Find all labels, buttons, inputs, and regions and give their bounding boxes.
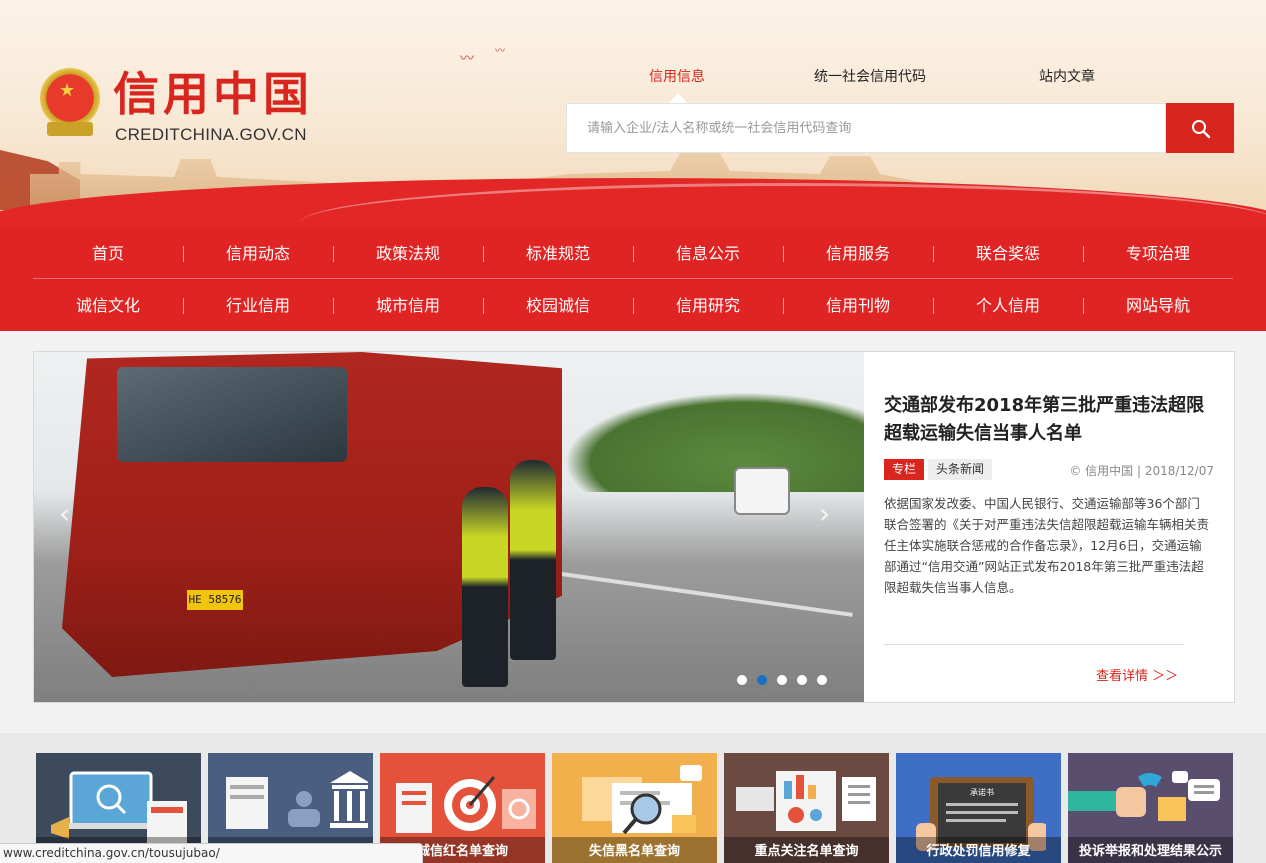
nav-item-joint-rewards[interactable]: 联合奖惩 xyxy=(933,228,1083,279)
nav-item-special-governance[interactable]: 专项治理 xyxy=(1083,228,1233,279)
search-box xyxy=(566,103,1166,153)
main-navigation: 首页 信用动态 政策法规 标准规范 信息公示 信用服务 联合奖惩 专项治理 诚信… xyxy=(0,228,1266,331)
nav-item-integrity-culture[interactable]: 诚信文化 xyxy=(33,280,183,331)
carousel-dot[interactable] xyxy=(737,675,747,685)
service-tile-label: 行政处罚信用修复 xyxy=(896,837,1061,863)
carousel-dots xyxy=(737,675,827,685)
nav-item-policies[interactable]: 政策法规 xyxy=(333,228,483,279)
news-summary: 依据国家发改委、中国人民银行、交通运输部等36个部门联合签署的《关于对严重违法失… xyxy=(884,496,1210,595)
service-tile-key-attention[interactable]: 重点关注名单查询 xyxy=(724,753,889,863)
featured-news: HE 58576 ‹ › 交通部发布2018年第三批严重违法超限超载运输失信当事… xyxy=(33,351,1235,703)
nav-item-credit-news[interactable]: 信用动态 xyxy=(183,228,333,279)
headline-tag: 头条新闻 xyxy=(928,459,993,480)
license-plate: HE 58576 xyxy=(187,590,243,610)
officer-illustration xyxy=(510,460,556,660)
phone-complaint-icon xyxy=(1068,771,1220,821)
service-tile-complaints[interactable]: 投诉举报和处理结果公示 xyxy=(1068,753,1233,863)
nav-item-info-disclosure[interactable]: 信息公示 xyxy=(633,228,783,279)
target-icon xyxy=(396,776,536,833)
magnifier-document-icon xyxy=(582,765,702,835)
nav-row-1: 首页 信用动态 政策法规 标准规范 信息公示 信用服务 联合奖惩 专项治理 xyxy=(33,228,1233,279)
nav-item-personal-credit[interactable]: 个人信用 xyxy=(933,280,1083,331)
national-emblem-logo[interactable]: ★ xyxy=(37,68,103,138)
carousel-prev-icon[interactable]: ‹ xyxy=(59,497,70,530)
column-tag: 专栏 xyxy=(884,459,925,480)
nav-row-2: 诚信文化 行业信用 城市信用 校园诚信 信用研究 信用刊物 个人信用 网站导航 xyxy=(33,280,1233,331)
carousel-dot[interactable] xyxy=(797,675,807,685)
search-tab-credit-code[interactable]: 统一社会信用代码 xyxy=(814,66,926,86)
browser-status-url: www.creditchina.gov.cn/tousujubao/ xyxy=(0,843,423,863)
view-details-link[interactable]: 查看详情 ＞＞ xyxy=(1096,665,1178,684)
carousel-dot[interactable] xyxy=(777,675,787,685)
carousel-slide-image[interactable]: HE 58576 ‹ › xyxy=(34,352,864,702)
service-tile-blacklist[interactable]: 失信黑名单查询 xyxy=(552,753,717,863)
search-input[interactable] xyxy=(567,104,1165,152)
search-tab-site-articles[interactable]: 站内文章 xyxy=(1039,66,1095,86)
nav-item-campus-integrity[interactable]: 校园诚信 xyxy=(483,280,633,331)
car-illustration xyxy=(734,467,790,515)
nav-item-credit-publications[interactable]: 信用刊物 xyxy=(783,280,933,331)
nav-item-industry-credit[interactable]: 行业信用 xyxy=(183,280,333,331)
bird-illustration: 〰 xyxy=(495,46,505,57)
site-logo-title[interactable]: 信用中国 xyxy=(113,66,313,122)
carousel-next-icon[interactable]: › xyxy=(819,497,830,530)
carousel-dot[interactable] xyxy=(817,675,827,685)
nav-item-standards[interactable]: 标准规范 xyxy=(483,228,633,279)
nav-item-credit-services[interactable]: 信用服务 xyxy=(783,228,933,279)
news-panel: 交通部发布2018年第三批严重违法超限超载运输失信当事人名单 专栏 头条新闻 ©… xyxy=(884,352,1214,702)
site-logo-subtitle: CREDITCHINA.GOV.CN xyxy=(115,125,307,144)
search-button[interactable] xyxy=(1166,103,1234,153)
government-building-icon xyxy=(226,771,368,829)
chart-report-icon xyxy=(736,771,876,831)
carousel-dot-active[interactable] xyxy=(757,675,767,685)
search-tab-credit-info[interactable]: 信用信息 xyxy=(649,66,705,86)
site-header: 〰 〰 ★ 信用中国 CREDITCHINA.GOV.CN 信用信息 统一社会信… xyxy=(0,0,1266,228)
officer-illustration xyxy=(462,487,508,687)
divider xyxy=(884,644,1184,645)
news-headline[interactable]: 交通部发布2018年第三批严重违法超限超载运输失信当事人名单 xyxy=(884,392,1214,448)
service-tile-label: 重点关注名单查询 xyxy=(724,837,889,863)
service-tile-label: 失信黑名单查询 xyxy=(552,837,717,863)
news-meta: © 信用中国 | 2018/12/07 xyxy=(1069,464,1214,478)
nav-item-site-map[interactable]: 网站导航 xyxy=(1083,280,1233,331)
nav-item-home[interactable]: 首页 xyxy=(33,228,183,279)
nav-item-city-credit[interactable]: 城市信用 xyxy=(333,280,483,331)
bird-illustration: 〰 xyxy=(460,51,474,67)
active-tab-pointer xyxy=(669,93,687,103)
svg-text:承诺书: 承诺书 xyxy=(970,787,994,797)
service-tile-label: 投诉举报和处理结果公示 xyxy=(1068,837,1233,863)
nav-item-credit-research[interactable]: 信用研究 xyxy=(633,280,783,331)
search-icon xyxy=(1192,120,1211,139)
service-tile-credit-repair[interactable]: 承诺书 行政处罚信用修复 xyxy=(896,753,1061,863)
search-tabs: 信用信息 统一社会信用代码 站内文章 xyxy=(566,66,1234,102)
